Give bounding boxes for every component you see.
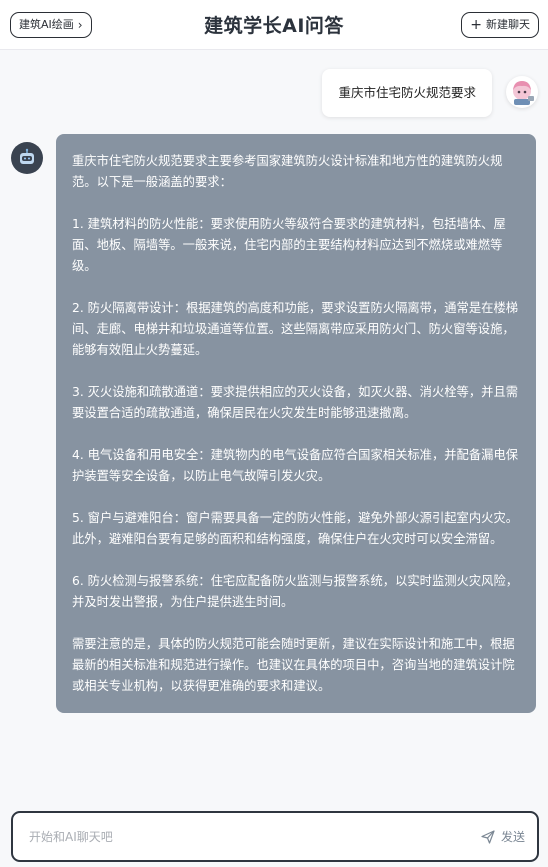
bot-paragraph: 6. 防火检测与报警系统：住宅应配备防火监测与报警系统，以实时监测火灾风险，并及… [72, 574, 519, 609]
user-message-row: 重庆市住宅防火规范要求 [322, 68, 538, 117]
top-bar: 建筑AI绘画 › 建筑学长AI问答 + 新建聊天 [0, 0, 548, 50]
bot-paragraph: 2. 防火隔离带设计：根据建筑的高度和功能，要求设置防火隔离带，通常是在楼梯间、… [72, 301, 519, 357]
bot-message-bubble: 重庆市住宅防火规范要求主要参考国家建筑防火设计标准和地方性的建筑防火规范。以下是… [56, 134, 536, 713]
user-avatar-icon [513, 81, 534, 105]
new-chat-button[interactable]: + 新建聊天 [461, 12, 539, 38]
user-avatar [506, 76, 538, 108]
send-button-label: 发送 [500, 830, 525, 844]
chat-input-bar: 发送 [11, 811, 539, 862]
new-chat-button-label: 新建聊天 [486, 18, 530, 31]
bot-paragraph: 1. 建筑材料的防火性能：要求使用防火等级符合要求的建筑材料，包括墙体、屋面、地… [72, 217, 506, 273]
chat-input[interactable] [29, 829, 481, 844]
bot-paragraph: 5. 窗户与避难阳台：窗户需要具备一定的防火性能，避免外部火源引起室内火灾。此外… [72, 511, 519, 546]
bot-paragraph: 需要注意的是，具体的防火规范可能会随时更新，建议在实际设计和施工中，根据最新的相… [72, 637, 515, 693]
bot-paragraph: 3. 灭火设施和疏散通道：要求提供相应的灭火设备，如灭火器、消火栓等，并且需要设… [72, 385, 519, 420]
bot-avatar [11, 142, 43, 174]
chat-app: 建筑AI绘画 › 建筑学长AI问答 + 新建聊天 重庆市住宅防火规范要求 重庆市… [0, 0, 548, 867]
send-button[interactable]: 发送 [481, 828, 525, 845]
bot-paragraph: 重庆市住宅防火规范要求主要参考国家建筑防火设计标准和地方性的建筑防火规范。以下是… [72, 154, 503, 189]
bot-paragraph: 4. 电气设备和用电安全：建筑物内的电气设备应符合国家相关标准，并配备漏电保护装… [72, 448, 519, 483]
user-message-bubble: 重庆市住宅防火规范要求 [322, 69, 492, 117]
paper-plane-icon [481, 829, 495, 844]
plus-icon: + [470, 17, 482, 33]
robot-icon [20, 148, 34, 164]
